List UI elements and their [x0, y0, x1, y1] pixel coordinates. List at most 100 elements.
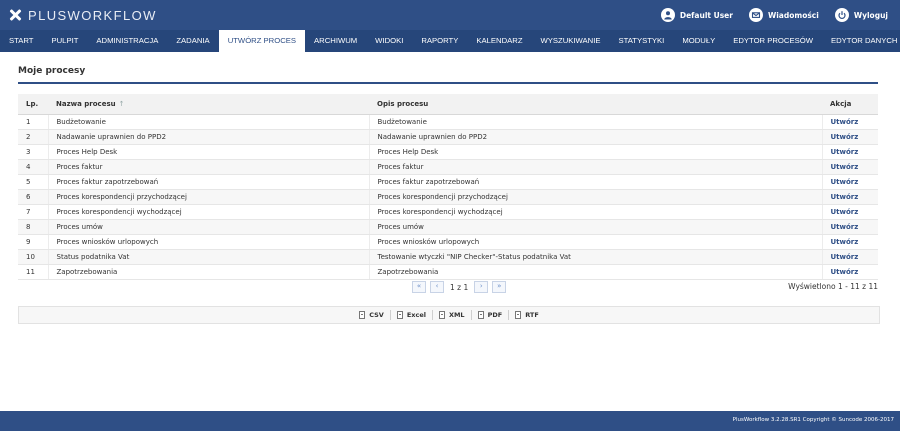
table-header-row: Lp. Nazwa procesu ↑ Opis procesu Akcja: [18, 94, 878, 115]
next-page-button[interactable]: ›: [474, 281, 489, 293]
menu-item-archiwum[interactable]: ARCHIWUM: [305, 30, 366, 52]
user-link[interactable]: Default User: [660, 8, 733, 22]
menu-item-wyszukiwanie[interactable]: WYSZUKIWANIE: [532, 30, 610, 52]
menu-item-edytor-procesow[interactable]: EDYTOR PROCESÓW: [724, 30, 822, 52]
menu-item-edytor-danych[interactable]: EDYTOR DANYCH: [822, 30, 900, 52]
export-label: PDF: [487, 311, 503, 319]
document-icon: [477, 311, 484, 319]
menu-item-zadania[interactable]: ZADANIA: [167, 30, 218, 52]
row-action-cell: Utwórz: [822, 129, 878, 145]
sort-ascending-icon: ↑: [118, 100, 125, 108]
export-excel-button[interactable]: Excel: [391, 310, 433, 320]
menu-item-raporty[interactable]: RAPORTY: [412, 30, 467, 52]
user-menu: Default User Wiadomości Wyloguj: [645, 6, 888, 24]
row-action-cell: Utwórz: [822, 264, 878, 280]
row-action-cell: Utwórz: [822, 219, 878, 235]
create-process-link[interactable]: Utwórz: [831, 148, 859, 156]
table-row: 5 Proces faktur zapotrzebowań Proces fak…: [18, 174, 878, 190]
copyright-text: PlusWorkflow 3.2.28.SR1 Copyright © Sunc…: [732, 417, 894, 423]
row-lp: 9: [18, 234, 49, 250]
messages-link[interactable]: Wiadomości: [748, 8, 819, 22]
footer: PlusWorkflow 3.2.28.SR1 Copyright © Sunc…: [0, 411, 900, 431]
create-process-link[interactable]: Utwórz: [831, 268, 859, 276]
create-process-link[interactable]: Utwórz: [831, 193, 859, 201]
table-row: 8 Proces umów Proces umów Utwórz: [18, 219, 878, 235]
row-name: Proces faktur zapotrzebowań: [48, 174, 370, 190]
row-lp: 4: [18, 159, 49, 175]
logout-link[interactable]: Wyloguj: [834, 8, 888, 22]
create-process-link[interactable]: Utwórz: [831, 253, 859, 261]
row-desc: Proces faktur zapotrzebowań: [369, 174, 823, 190]
power-icon: [834, 8, 849, 22]
table-row: 4 Proces faktur Proces faktur Utwórz: [18, 159, 878, 175]
table-row: 7 Proces korespondencji wychodzącej Proc…: [18, 204, 878, 220]
header-lp: Lp.: [18, 94, 48, 115]
create-process-link[interactable]: Utwórz: [831, 223, 859, 231]
row-action-cell: Utwórz: [822, 144, 878, 160]
row-name: Nadawanie uprawnien do PPD2: [48, 129, 370, 145]
document-icon: [359, 311, 366, 319]
menu-item-kalendarz[interactable]: KALENDARZ: [467, 30, 531, 52]
page-indicator: 1 z 1: [450, 282, 469, 292]
row-name: Proces faktur: [48, 159, 370, 175]
table-row: 2 Nadawanie uprawnien do PPD2 Nadawanie …: [18, 129, 878, 145]
table-row: 3 Proces Help Desk Proces Help Desk Utwó…: [18, 144, 878, 160]
header-action: Akcja: [822, 94, 878, 115]
export-label: RTF: [525, 311, 539, 319]
row-lp: 7: [18, 204, 49, 220]
create-process-link[interactable]: Utwórz: [831, 238, 859, 246]
row-desc: Budżetowanie: [369, 114, 823, 130]
table-row: 6 Proces korespondencji przychodzącej Pr…: [18, 189, 878, 205]
mail-icon: [748, 8, 763, 22]
main-menu: START PULPIT ADMINISTRACJA ZADANIA UTWÓR…: [0, 30, 900, 52]
user-icon: [660, 8, 675, 22]
table-row: 1 Budżetowanie Budżetowanie Utwórz: [18, 114, 878, 130]
export-pdf-button[interactable]: PDF: [472, 310, 510, 320]
export-label: Excel: [406, 311, 426, 319]
table-row: 9 Proces wniosków urlopowych Proces wnio…: [18, 234, 878, 250]
app-logo[interactable]: PLUSWORKFLOW: [8, 7, 157, 23]
row-desc: Proces Help Desk: [369, 144, 823, 160]
export-csv-button[interactable]: CSV: [353, 310, 391, 320]
document-icon: [438, 311, 445, 319]
export-rtf-button[interactable]: RTF: [509, 310, 545, 320]
prev-page-button[interactable]: ‹: [430, 281, 444, 293]
row-action-cell: Utwórz: [822, 189, 878, 205]
menu-item-moduly[interactable]: MODUŁY: [673, 30, 724, 52]
logout-label: Wyloguj: [853, 10, 888, 20]
row-desc: Zapotrzebowania: [369, 264, 823, 280]
pagination: « ‹ 1 z 1 › »: [410, 281, 508, 293]
create-process-link[interactable]: Utwórz: [831, 163, 859, 171]
menu-item-administracja[interactable]: ADMINISTRACJA: [87, 30, 167, 52]
row-name: Proces wniosków urlopowych: [48, 234, 370, 250]
messages-label: Wiadomości: [767, 10, 819, 20]
row-action-cell: Utwórz: [822, 249, 878, 265]
row-lp: 5: [18, 174, 49, 190]
page-title: Moje procesy: [18, 66, 86, 76]
row-desc: Testowanie wtyczki "NIP Checker"-Status …: [369, 249, 823, 265]
first-page-button[interactable]: «: [412, 281, 426, 293]
row-lp: 2: [18, 129, 49, 145]
table-row: 11 Zapotrzebowania Zapotrzebowania Utwór…: [18, 264, 878, 280]
menu-item-pulpit[interactable]: PULPIT: [43, 30, 88, 52]
row-lp: 10: [18, 249, 49, 265]
header-name[interactable]: Nazwa procesu ↑: [48, 94, 369, 115]
row-action-cell: Utwórz: [822, 234, 878, 250]
menu-item-start[interactable]: START: [0, 30, 43, 52]
menu-item-statystyki[interactable]: STATYSTYKI: [609, 30, 673, 52]
menu-item-widoki[interactable]: WIDOKI: [366, 30, 412, 52]
export-xml-button[interactable]: XML: [433, 310, 472, 320]
create-process-link[interactable]: Utwórz: [831, 118, 859, 126]
create-process-link[interactable]: Utwórz: [831, 208, 859, 216]
document-icon: [515, 311, 522, 319]
create-process-link[interactable]: Utwórz: [831, 133, 859, 141]
row-action-cell: Utwórz: [822, 174, 878, 190]
menu-item-utworz-proces[interactable]: UTWÓRZ PROCES: [218, 30, 306, 52]
title-divider: [18, 82, 878, 84]
create-process-link[interactable]: Utwórz: [831, 178, 859, 186]
records-summary: Wyświetlono 1 - 11 z 11: [788, 282, 878, 291]
row-name: Zapotrzebowania: [48, 264, 370, 280]
row-desc: Nadawanie uprawnien do PPD2: [369, 129, 823, 145]
header-desc: Opis procesu: [369, 94, 822, 115]
last-page-button[interactable]: »: [492, 281, 507, 293]
